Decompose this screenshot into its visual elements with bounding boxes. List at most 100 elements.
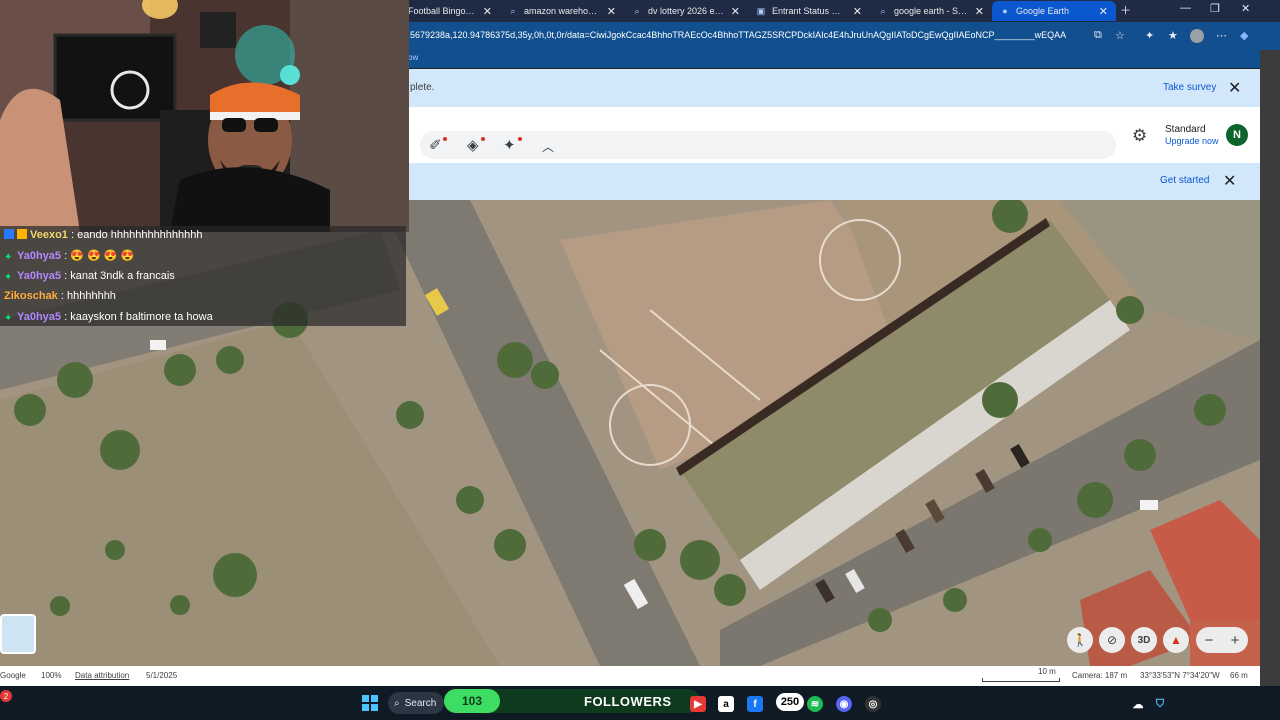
avatar[interactable]: N xyxy=(1226,124,1248,146)
new-tab-button[interactable]: ＋ xyxy=(1120,2,1131,18)
tab-label: dv lottery 2026 enrollm xyxy=(648,6,725,16)
zoom-level: 100% xyxy=(41,671,62,680)
app-badge[interactable]: 250 xyxy=(776,693,804,711)
minimize-button[interactable]: — xyxy=(1180,2,1191,14)
tab-label: Football Bingo Daily - F xyxy=(408,6,477,16)
close-icon[interactable]: ✕ xyxy=(1223,171,1236,191)
sparkle-badge-icon: ✦ xyxy=(4,313,13,324)
chat-message: ✦ Ya0hya5 : 😍 😍 😍 😍 xyxy=(4,249,134,263)
search-area[interactable] xyxy=(420,131,1116,159)
shield-icon[interactable]: ⛉ xyxy=(1152,696,1168,712)
chevron-up-icon[interactable]: ︿ xyxy=(542,138,554,155)
data-attribution-link[interactable]: Data attribution xyxy=(75,671,129,680)
sparkle-icon[interactable]: ✦ xyxy=(503,136,516,154)
pegman-icon[interactable]: 🚶 xyxy=(1067,627,1093,653)
sparkle-badge-icon: ✦ xyxy=(4,252,13,263)
scale-label: 10 m xyxy=(1038,667,1056,676)
chat-username: Ya0hya5 xyxy=(17,311,62,323)
amazon-icon[interactable]: a xyxy=(718,696,734,712)
chat-text: : 😍 😍 😍 😍 xyxy=(64,250,135,262)
search-icon: ⌕ xyxy=(880,5,886,16)
tab-entrant-status[interactable]: ▣ Entrant Status Check W ✕ xyxy=(748,1,870,21)
install-app-icon[interactable]: ⧉ xyxy=(1094,29,1102,42)
chat-username: Zikoschak xyxy=(4,290,58,302)
tab-dv-lottery[interactable]: ⌕ dv lottery 2026 enrollm ✕ xyxy=(624,1,748,21)
compass-reset-icon[interactable]: ⊘ xyxy=(1099,627,1125,653)
profile-icon[interactable] xyxy=(1190,29,1204,43)
webcam-overlay xyxy=(0,0,409,232)
close-icon[interactable]: ✕ xyxy=(853,5,862,18)
coordinates: 33°33'53"N 7°34'20"W xyxy=(1140,671,1220,680)
survey-message: plete. xyxy=(410,82,435,93)
spotify-icon[interactable]: ≋ xyxy=(807,696,823,712)
compass-icon[interactable]: ▲ xyxy=(1163,627,1189,653)
bookmark-link[interactable]: ow xyxy=(408,53,418,62)
tab-label: google earth - Search xyxy=(894,6,969,16)
search-icon: ⌕ xyxy=(634,5,640,16)
tab-label: amazon warehouse bu xyxy=(524,6,601,16)
sparkle-badge-icon: ✦ xyxy=(4,272,13,283)
menu-icon[interactable]: ⋯ xyxy=(1216,29,1227,42)
chat-username: Ya0hya5 xyxy=(17,250,62,262)
maximize-button[interactable]: ❐ xyxy=(1210,2,1220,15)
badge-icon xyxy=(4,229,14,239)
3d-toggle-button[interactable]: 3D xyxy=(1131,627,1157,653)
page-icon: ▣ xyxy=(756,5,766,16)
layers-icon[interactable]: ◈ xyxy=(467,136,479,154)
camera-altitude: Camera: 187 m xyxy=(1072,671,1128,680)
zoom-out-button[interactable]: − xyxy=(1196,627,1222,653)
imagery-date: 5/1/2025 xyxy=(146,671,178,680)
chat-username: Ya0hya5 xyxy=(17,270,62,282)
followers-label: FOLLOWERS xyxy=(584,694,672,709)
close-icon[interactable]: ✕ xyxy=(975,5,984,18)
plan-name: Standard xyxy=(1165,124,1206,135)
tab-google-earth-search[interactable]: ⌕ google earth - Search ✕ xyxy=(870,1,992,21)
gear-icon[interactable]: ⚙ xyxy=(1132,126,1147,146)
badge-icon xyxy=(17,229,27,239)
chat-text: : eando hhhhhhhhhhhhhhh xyxy=(70,229,203,241)
extensions-icon[interactable]: ✦ xyxy=(1145,29,1154,42)
measure-icon[interactable]: ✐ xyxy=(429,136,442,154)
zoom-in-button[interactable]: + xyxy=(1222,627,1248,653)
tab-football-bingo[interactable]: Football Bingo Daily - F ✕ xyxy=(400,1,500,21)
cloud-icon[interactable]: ☁ xyxy=(1130,696,1146,712)
take-survey-link[interactable]: Take survey xyxy=(1163,82,1216,93)
close-icon[interactable]: ✕ xyxy=(1228,78,1241,98)
close-icon[interactable]: ✕ xyxy=(483,5,492,18)
close-icon[interactable]: ✕ xyxy=(1099,5,1108,18)
discord-icon[interactable]: ◉ xyxy=(836,696,852,712)
favorites-icon[interactable]: ★ xyxy=(1168,29,1178,42)
brand-label: Google xyxy=(0,671,26,680)
close-window-button[interactable]: ✕ xyxy=(1241,2,1250,15)
chat-text: : kanat 3ndk a francais xyxy=(64,270,175,282)
tab-amazon-search[interactable]: ⌕ amazon warehouse bu ✕ xyxy=(500,1,624,21)
search-icon: ⌕ xyxy=(510,5,516,16)
chat-message: ✦ Ya0hya5 : kaayskon f baltimore ta howa xyxy=(4,311,213,324)
notification-dot xyxy=(518,137,522,141)
taskbar-search-label: Search xyxy=(404,697,437,709)
search-icon: ⌕ xyxy=(394,697,400,709)
upgrade-link[interactable]: Upgrade now xyxy=(1165,136,1219,146)
game-launcher-icon[interactable]: ◎ xyxy=(865,696,881,712)
google-earth-icon: ● xyxy=(1002,6,1008,16)
map-status-bar: Google 100% Data attribution 5/1/2025 10… xyxy=(0,666,1260,686)
map-layer-thumbnail[interactable] xyxy=(0,614,36,654)
get-started-link[interactable]: Get started xyxy=(1160,175,1209,186)
taskbar-search[interactable]: ⌕ Search xyxy=(388,692,444,714)
windows-start-icon[interactable] xyxy=(362,695,378,711)
close-icon[interactable]: ✕ xyxy=(731,5,740,18)
tab-google-earth[interactable]: ● Google Earth ✕ xyxy=(992,1,1116,21)
url-text[interactable]: 5679238a,120.94786375d,35y,0h,0t,0r/data… xyxy=(410,30,1066,40)
elevation: 66 m xyxy=(1230,671,1248,680)
youtube-icon[interactable]: ▶ xyxy=(690,696,706,712)
chat-message: ✦ Ya0hya5 : kanat 3ndk a francais xyxy=(4,270,175,283)
page-scrollbar[interactable] xyxy=(1260,50,1280,686)
bookmark-star-icon[interactable]: ☆ xyxy=(1115,29,1125,42)
notification-dot xyxy=(481,137,485,141)
copilot-icon[interactable]: ◆ xyxy=(1240,29,1248,42)
close-icon[interactable]: ✕ xyxy=(607,5,616,18)
chat-message: Zikoschak : hhhhhhhh xyxy=(4,290,116,302)
chat-text: : kaayskon f baltimore ta howa xyxy=(64,311,213,323)
facebook-icon[interactable]: f xyxy=(747,696,763,712)
followers-count: 103 xyxy=(444,689,500,713)
